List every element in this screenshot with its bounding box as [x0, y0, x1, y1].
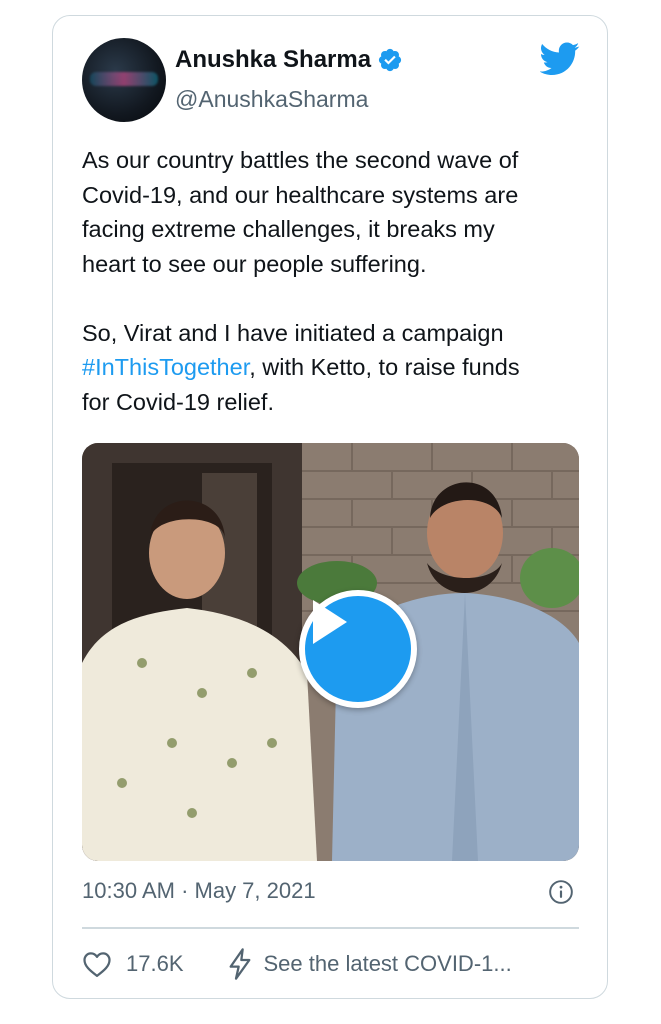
- tweet-paragraph-1: As our country battles the second wave o…: [82, 147, 519, 277]
- tweet-card: Anushka Sharma @AnushkaSharma As our cou…: [52, 15, 608, 999]
- author-name[interactable]: Anushka Sharma: [175, 46, 371, 74]
- tweet-actions: 17.6K See the latest COVID-1...: [82, 946, 582, 982]
- lightning-bolt-icon: [229, 948, 250, 980]
- info-icon[interactable]: [548, 879, 574, 905]
- covid-info-link[interactable]: See the latest COVID-1...: [228, 948, 512, 980]
- tweet-timestamp[interactable]: 10:30 AM · May 7, 2021: [82, 878, 316, 904]
- hashtag-link[interactable]: #InThisTogether: [82, 354, 249, 380]
- play-button[interactable]: [299, 590, 417, 708]
- twitter-bird-icon[interactable]: [540, 42, 580, 76]
- avatar[interactable]: [82, 38, 166, 122]
- verified-badge-icon: [378, 48, 402, 72]
- tweet-text: As our country battles the second wave o…: [82, 143, 582, 419]
- covid-link-text: See the latest COVID-1...: [263, 951, 512, 976]
- divider: [82, 927, 579, 929]
- play-icon: [313, 600, 347, 644]
- like-count: 17.6K: [126, 951, 184, 976]
- video-player[interactable]: [82, 443, 579, 861]
- avatar-image: [90, 72, 158, 86]
- author-name-row: Anushka Sharma: [175, 46, 403, 74]
- author-handle[interactable]: @AnushkaSharma: [175, 86, 368, 113]
- like-button[interactable]: 17.6K: [82, 950, 184, 978]
- heart-icon: [83, 952, 111, 977]
- tweet-paragraph-2-start: So, Virat and I have initiated a campaig…: [82, 319, 504, 346]
